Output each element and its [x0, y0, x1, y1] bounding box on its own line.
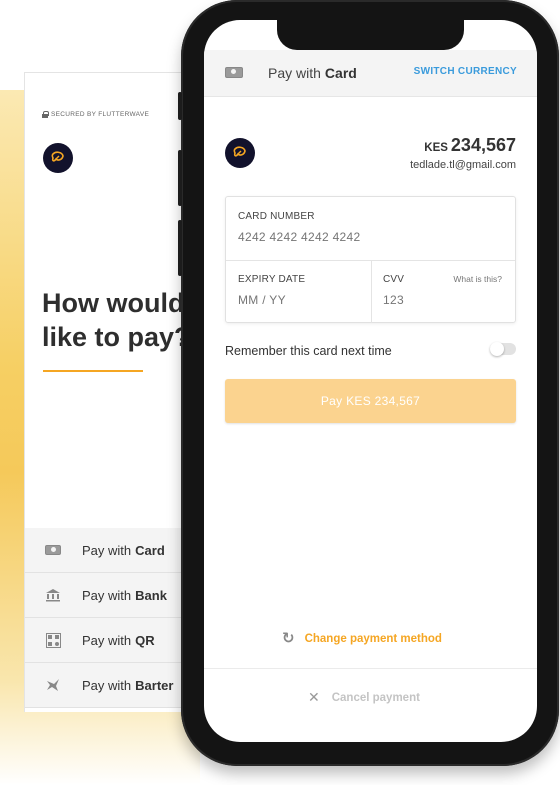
phone-notch — [277, 20, 464, 50]
method-prefix: Pay with — [82, 542, 132, 558]
method-name: Barter — [135, 677, 174, 693]
method-name: Card — [135, 542, 165, 558]
butterfly-icon — [233, 146, 246, 157]
flutterwave-logo — [43, 143, 73, 173]
change-payment-method-link[interactable]: ↻ Change payment method — [282, 631, 442, 646]
method-item-barter[interactable]: Pay with Barter — [25, 663, 200, 708]
phone-frame: Pay with Card SWITCH CURRENCY KES 234,567 … — [178, 0, 559, 766]
header-title-method: Card — [324, 65, 357, 81]
cvv-label: CVV — [383, 274, 405, 285]
method-name: QR — [135, 632, 155, 648]
payment-method-page: SECURED BY FLUTTERWAVE How would like to… — [24, 72, 200, 712]
expiry-label: EXPIRY DATE — [238, 274, 306, 285]
card-number-label: CARD NUMBER — [238, 211, 315, 222]
phone-mute-button — [178, 92, 182, 120]
method-item-qr[interactable]: Pay with QR — [25, 618, 200, 663]
qr-icon — [43, 632, 63, 648]
method-item-bank[interactable]: Pay with Bank — [25, 573, 200, 618]
method-prefix: Pay with — [82, 632, 132, 648]
lock-icon — [42, 111, 49, 118]
phone-volume-up-button — [178, 150, 182, 206]
card-number-input[interactable] — [238, 230, 498, 244]
close-icon: ✕ — [308, 689, 320, 705]
method-item-card[interactable]: Pay with Card — [25, 528, 200, 573]
cancel-payment-button[interactable]: ✕ Cancel payment — [308, 689, 420, 706]
method-prefix: Pay with — [82, 587, 132, 603]
remember-card-label: Remember this card next time — [225, 344, 392, 358]
cvv-input[interactable] — [383, 293, 503, 307]
refresh-icon: ↻ — [282, 630, 295, 647]
merchant-logo — [225, 138, 255, 168]
amount-currency: KES — [424, 142, 448, 154]
cancel-label: Cancel payment — [331, 691, 420, 704]
pay-button[interactable]: Pay KES 234,567 — [225, 379, 516, 423]
switch-currency-link[interactable]: SWITCH CURRENCY — [414, 66, 517, 77]
method-name: Bank — [135, 587, 167, 603]
headline-line-2: like to pay? — [42, 322, 191, 352]
remember-card-toggle[interactable] — [490, 342, 516, 356]
phone-volume-down-button — [178, 220, 182, 276]
footer-divider — [204, 668, 537, 669]
expiry-input[interactable] — [238, 293, 358, 307]
method-list: Pay with Card Pay with Bank Pay with QR … — [25, 528, 200, 708]
customer-email: tedlade.tl@gmail.com — [410, 159, 516, 171]
secured-badge: SECURED BY FLUTTERWAVE — [42, 111, 149, 118]
checkout-header: Pay with Card SWITCH CURRENCY — [204, 50, 537, 97]
change-method-label: Change payment method — [304, 632, 442, 645]
headline-underline — [43, 370, 143, 372]
form-column-divider — [371, 260, 372, 323]
payment-amount: KES 234,567 — [424, 135, 516, 156]
amount-value: 234,567 — [450, 135, 516, 155]
cash-icon — [225, 67, 243, 78]
method-prefix: Pay with — [82, 677, 132, 693]
bank-icon — [43, 588, 63, 602]
header-title-prefix: Pay with — [268, 65, 321, 81]
page-headline: How would like to pay? — [42, 286, 191, 354]
butterfly-icon — [51, 151, 64, 162]
barter-icon — [43, 678, 63, 692]
cvv-help-link[interactable]: What is this? — [453, 274, 502, 284]
header-title: Pay with Card — [268, 65, 357, 81]
card-form: CARD NUMBER EXPIRY DATE CVV What is this… — [225, 196, 516, 323]
headline-line-1: How would — [42, 288, 185, 318]
cash-icon — [43, 545, 63, 555]
phone-screen: Pay with Card SWITCH CURRENCY KES 234,567 … — [204, 20, 537, 742]
secured-label: SECURED BY FLUTTERWAVE — [51, 111, 150, 118]
